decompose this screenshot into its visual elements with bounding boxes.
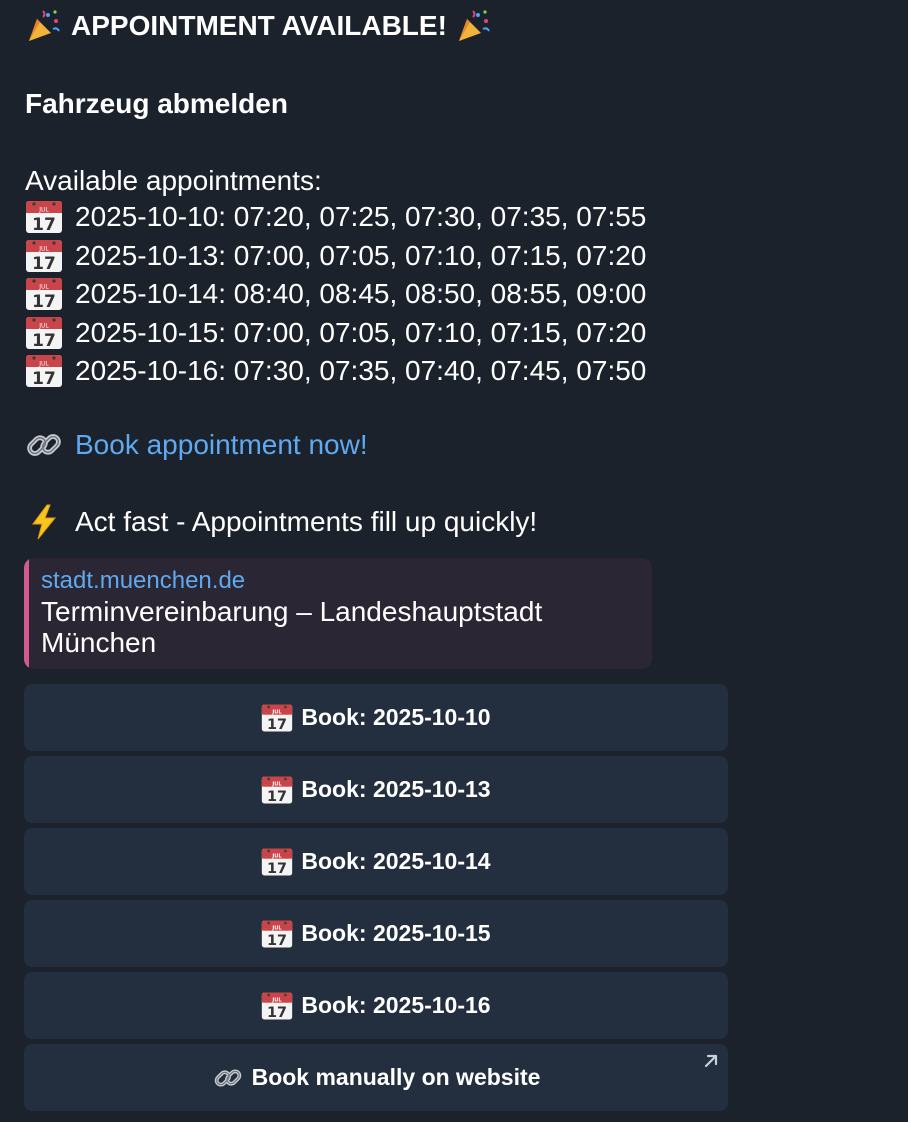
book-date-button[interactable]: Book: 2025-10-10 xyxy=(24,684,728,751)
book-manually-button-label: Book manually on website xyxy=(251,1064,541,1090)
calendar-icon xyxy=(25,200,63,234)
book-date-button[interactable]: Book: 2025-10-15 xyxy=(24,900,728,967)
appointment-row: 2025-10-16: 07:30, 07:35, 07:40, 07:45, … xyxy=(25,352,646,391)
book-date-button-label: Book: 2025-10-10 xyxy=(301,704,491,730)
book-date-button-label: Book: 2025-10-14 xyxy=(301,848,491,874)
link-preview-card[interactable]: stadt.muenchen.de Terminvereinbarung – L… xyxy=(24,558,652,669)
appointment-row: 2025-10-14: 08:40, 08:45, 08:50, 08:55, … xyxy=(25,275,646,314)
book-date-button-label: Book: 2025-10-13 xyxy=(301,776,491,802)
appointment-row: 2025-10-10: 07:20, 07:25, 07:30, 07:35, … xyxy=(25,198,646,237)
link-icon xyxy=(25,426,63,464)
message-title: APPOINTMENT AVAILABLE! xyxy=(71,10,447,41)
book-now-link[interactable]: Book appointment now! xyxy=(75,426,368,464)
calendar-icon xyxy=(261,775,293,805)
link-preview-domain: stadt.muenchen.de xyxy=(41,567,246,594)
appointment-text: 2025-10-16: 07:30, 07:35, 07:40, 07:45, … xyxy=(75,355,647,387)
book-date-button[interactable]: Book: 2025-10-13 xyxy=(24,756,728,823)
appointment-row: 2025-10-13: 07:00, 07:05, 07:10, 07:15, … xyxy=(25,237,646,276)
calendar-icon xyxy=(261,847,293,877)
book-date-button[interactable]: Book: 2025-10-16 xyxy=(24,972,728,1039)
book-link-line: Book appointment now! xyxy=(25,426,368,464)
calendar-icon xyxy=(25,354,63,388)
calendar-icon xyxy=(261,919,293,949)
message-title-line: APPOINTMENT AVAILABLE! xyxy=(25,7,493,45)
lightning-icon xyxy=(32,504,57,540)
book-date-button[interactable]: Book: 2025-10-14 xyxy=(24,828,728,895)
appointment-row: 2025-10-15: 07:00, 07:05, 07:10, 07:15, … xyxy=(25,314,646,353)
inline-keyboard: Book: 2025-10-10 Book: 2025-10-13 Book: … xyxy=(24,684,728,1116)
party-popper-icon xyxy=(455,7,493,45)
link-preview-title: Terminvereinbarung – Landeshauptstadt Mü… xyxy=(41,596,543,658)
appointment-text: 2025-10-14: 08:40, 08:45, 08:50, 08:55, … xyxy=(75,278,647,310)
party-popper-icon xyxy=(25,7,63,45)
calendar-icon xyxy=(261,703,293,733)
external-link-arrow-icon xyxy=(704,1054,718,1068)
appointment-text: 2025-10-15: 07:00, 07:05, 07:10, 07:15, … xyxy=(75,316,647,348)
service-name: Fahrzeug abmelden xyxy=(25,88,288,119)
appointment-text: 2025-10-10: 07:20, 07:25, 07:30, 07:35, … xyxy=(75,201,647,233)
calendar-icon xyxy=(25,277,63,311)
urgency-line: Act fast - Appointments fill up quickly! xyxy=(25,503,537,541)
calendar-icon xyxy=(25,239,63,273)
book-date-button-label: Book: 2025-10-16 xyxy=(301,992,491,1018)
link-icon xyxy=(212,1063,244,1093)
book-date-button-label: Book: 2025-10-15 xyxy=(301,920,491,946)
calendar-icon xyxy=(261,991,293,1021)
urgency-text: Act fast - Appointments fill up quickly! xyxy=(75,506,538,537)
calendar-icon xyxy=(25,316,63,350)
book-manually-button[interactable]: Book manually on website xyxy=(24,1044,728,1111)
appointment-list: 2025-10-10: 07:20, 07:25, 07:30, 07:35, … xyxy=(25,198,646,391)
appointment-text: 2025-10-13: 07:00, 07:05, 07:10, 07:15, … xyxy=(75,239,647,271)
link-preview-accent-bar xyxy=(24,558,29,669)
available-label: Available appointments: xyxy=(25,165,322,196)
